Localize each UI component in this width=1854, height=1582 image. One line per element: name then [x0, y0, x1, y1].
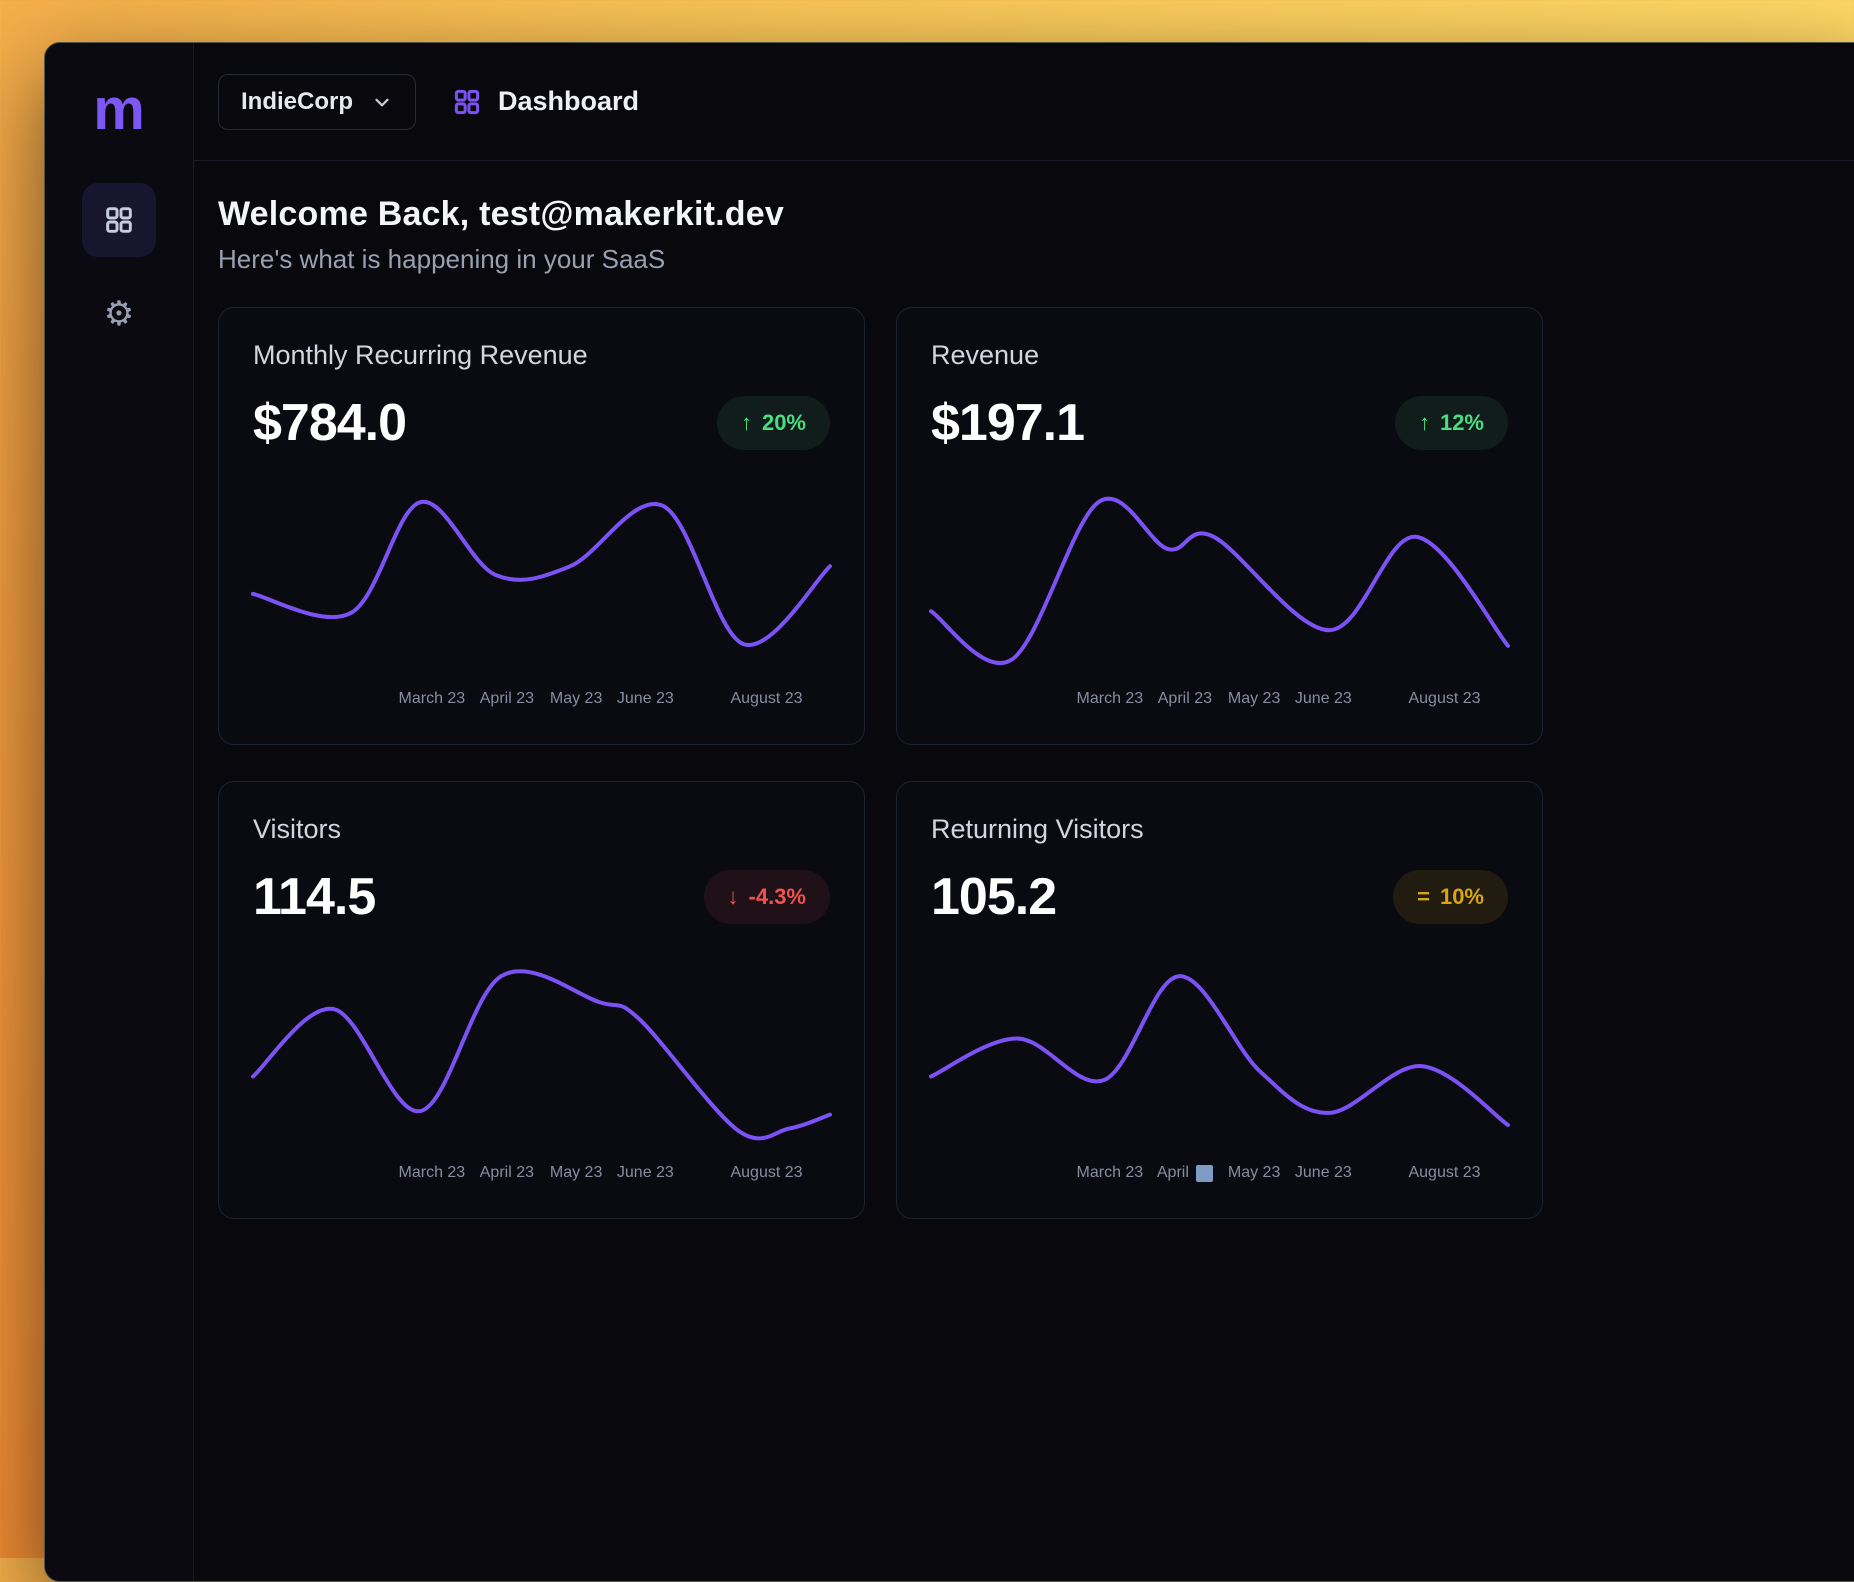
mrr-line: [253, 502, 830, 645]
visitors-chart: [253, 965, 830, 1150]
workspace-name: IndieCorp: [241, 88, 353, 116]
x-axis-label: August 23: [1408, 1164, 1480, 1182]
x-axis-label: June 23: [1295, 1164, 1352, 1182]
makerkit-logo[interactable]: m: [93, 81, 145, 139]
revenue-chart: [931, 491, 1508, 676]
x-axis-label: June 23: [1295, 690, 1352, 708]
text-cursor-block: [1196, 1165, 1213, 1182]
breadcrumb: Dashboard: [452, 86, 639, 117]
sidebar: m ⚙: [45, 43, 194, 1581]
x-axis-label: August 23: [730, 1164, 802, 1182]
workspace-selector[interactable]: IndieCorp: [218, 74, 416, 130]
x-axis-label: April 23: [480, 690, 534, 708]
card-returning-visitors: Returning Visitors 105.2 = 10% March 23 A…: [896, 781, 1543, 1219]
card-value: 105.2: [931, 867, 1056, 927]
app-window: m ⚙ IndieCorp: [44, 42, 1854, 1582]
card-value: $784.0: [253, 393, 406, 453]
trend-value: -4.3%: [749, 884, 806, 910]
trend-badge: = 10%: [1393, 870, 1508, 924]
x-axis-label: June 23: [617, 1164, 674, 1182]
welcome-heading: Welcome Back, test@makerkit.dev: [218, 195, 1853, 234]
x-axis-label: May 23: [1228, 1164, 1280, 1182]
topbar: IndieCorp Dashboard: [194, 43, 1854, 161]
trend-up-icon: ↑: [741, 410, 752, 436]
returning-visitors-line: [931, 976, 1508, 1125]
revenue-line: [931, 499, 1508, 663]
grid-icon: [103, 204, 135, 236]
x-axis-label: March 23: [1077, 1164, 1144, 1182]
x-axis-labels: March 23 April 23 May 23 June 23 August 23: [931, 690, 1508, 716]
x-axis-label: April 23: [1158, 690, 1212, 708]
trend-down-icon: ↓: [728, 884, 739, 910]
card-title: Monthly Recurring Revenue: [253, 340, 830, 371]
trend-up-icon: ↑: [1419, 410, 1430, 436]
card-title: Visitors: [253, 814, 830, 845]
card-revenue: Revenue $197.1 ↑ 12% March 23 April 23 May…: [896, 307, 1543, 745]
welcome-subtitle: Here's what is happening in your SaaS: [218, 244, 1853, 275]
chevron-down-icon: [371, 91, 393, 113]
x-axis-label: May 23: [550, 690, 602, 708]
x-axis-label: April: [1157, 1164, 1213, 1182]
trend-value: 12%: [1440, 410, 1484, 436]
x-axis-label: March 23: [1077, 690, 1144, 708]
trend-value: 20%: [762, 410, 806, 436]
visitors-line: [253, 971, 830, 1138]
x-axis-label: March 23: [399, 1164, 466, 1182]
trend-value: 10%: [1440, 884, 1484, 910]
sidebar-item-dashboard[interactable]: [82, 183, 156, 257]
x-axis-labels: March 23 April 23 May 23 June 23 August 23: [253, 690, 830, 716]
page-title: Dashboard: [498, 86, 639, 117]
dashboard-content: Welcome Back, test@makerkit.dev Here's w…: [194, 161, 1854, 1253]
returning-visitors-chart: [931, 965, 1508, 1150]
grid-icon: [452, 87, 482, 117]
x-axis-label: April 23: [480, 1164, 534, 1182]
x-axis-label: June 23: [617, 690, 674, 708]
x-axis-label: May 23: [1228, 690, 1280, 708]
card-value: $197.1: [931, 393, 1084, 453]
mrr-chart: [253, 491, 830, 676]
gear-icon: ⚙: [104, 297, 134, 331]
sidebar-item-settings[interactable]: ⚙: [104, 297, 134, 331]
trend-badge: ↓ -4.3%: [704, 870, 830, 924]
x-axis-label: August 23: [730, 690, 802, 708]
card-monthly-recurring-revenue: Monthly Recurring Revenue $784.0 ↑ 20% M…: [218, 307, 865, 745]
card-value: 114.5: [253, 867, 375, 927]
trend-badge: ↑ 20%: [717, 396, 830, 450]
stats-card-grid: Monthly Recurring Revenue $784.0 ↑ 20% M…: [218, 307, 1853, 1219]
card-title: Revenue: [931, 340, 1508, 371]
main-area: IndieCorp Dashboard Welcome Back,: [194, 43, 1854, 1581]
card-visitors: Visitors 114.5 ↓ -4.3% March 23April 23M…: [218, 781, 865, 1219]
x-axis-labels: March 23 April 23 May 23 June 23 August 23: [253, 1164, 830, 1190]
x-axis-label: May 23: [550, 1164, 602, 1182]
trend-badge: ↑ 12%: [1395, 396, 1508, 450]
trend-flat-icon: =: [1417, 884, 1430, 910]
x-axis-labels: March 23 April May 23 June 23 August 23: [931, 1164, 1508, 1190]
x-axis-label: August 23: [1408, 690, 1480, 708]
x-axis-label: March 23: [399, 690, 466, 708]
card-title: Returning Visitors: [931, 814, 1508, 845]
